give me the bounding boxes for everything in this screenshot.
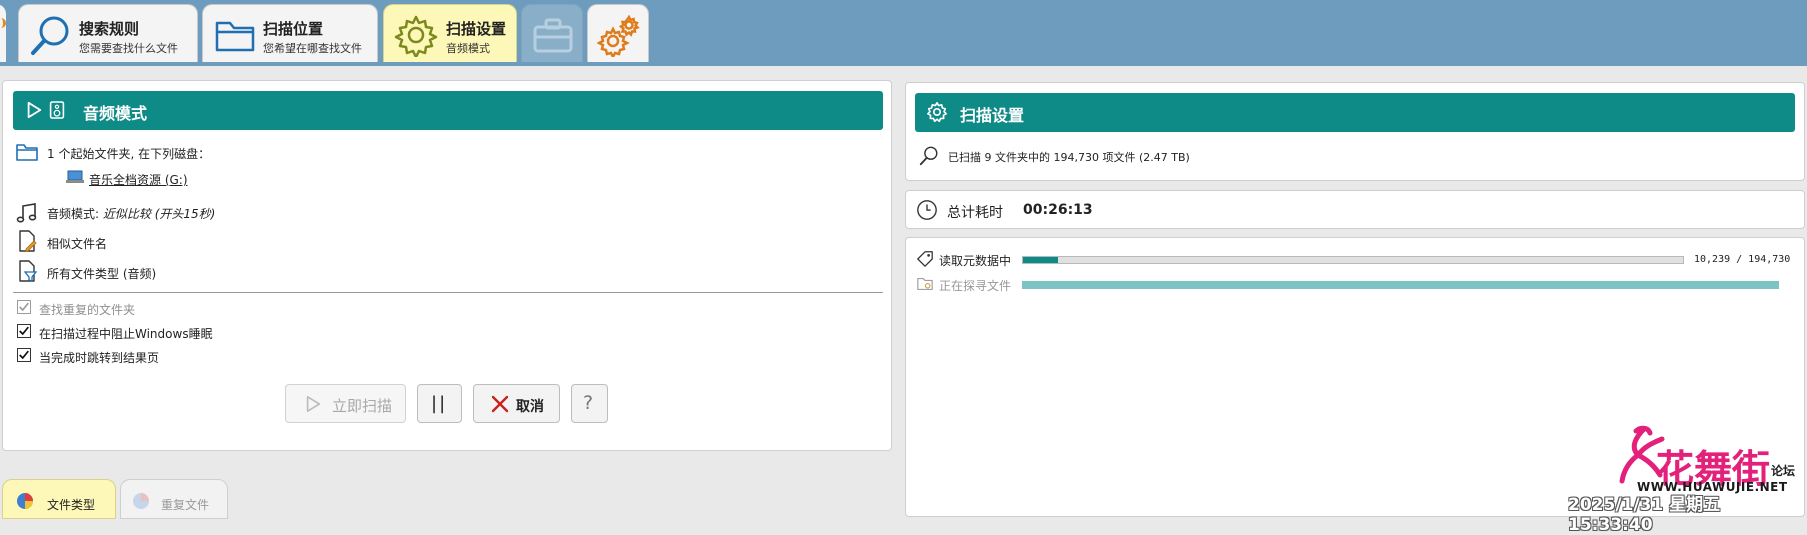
pie-chart-icon [17,493,33,509]
previous-tab-icon-fragment [0,18,6,28]
folder-outline-icon [16,144,38,161]
tab-search-rules-subtitle: 您需要查找什么文件 [79,42,178,55]
magnifier-icon [919,146,938,166]
jump-to-results-checkbox[interactable] [17,348,31,362]
cancel-button[interactable]: 取消 [473,384,560,423]
start-folder-summary: 1 个起始文件夹, 在下列磁盘： [47,147,211,161]
gear-icon [394,15,438,57]
file-types-label: 所有文件类型 (音频) [47,267,157,281]
tab-scan-location-title: 扫描位置 [263,20,324,38]
similar-filenames-label: 相似文件名 [47,237,108,251]
elapsed-time-panel: 总计耗时 00:26:13 [905,190,1805,229]
file-filter-icon [19,260,38,282]
prevent-sleep-checkbox[interactable] [17,324,31,338]
tag-icon [917,251,933,267]
scanned-summary: 已扫描 9 文件夹中的 194,730 项文件 (2.47 TB) [948,151,1190,164]
tab-file-types[interactable]: 文件类型 [2,479,116,519]
music-note-icon [16,203,37,223]
tab-search-rules[interactable]: 搜索规则 您需要查找什么文件 [18,4,198,62]
file-edit-icon [19,230,37,252]
tab-previous-partial[interactable] [0,4,6,62]
discovering-files-label: 正在探寻文件 [939,279,1012,293]
audio-mode-label: 音频模式: 近似比较 (开头15秒) [47,207,216,221]
clock-icon [917,200,937,220]
watermark-timestamp: 2025/1/31 星期五 15:33:40 [1568,495,1721,535]
scan-settings-header-label: 扫描设置 [960,106,1025,125]
scan-settings-header: 扫描设置 [915,93,1795,132]
laptop-drive-icon [66,170,84,183]
play-icon [306,395,321,413]
gear-icon [927,102,947,123]
tab-duplicate-files-label: 重复文件 [161,498,210,512]
metadata-progress-fill [1023,257,1058,263]
reading-metadata-label: 读取元数据中 [939,254,1012,268]
magnifier-icon [31,16,69,55]
metadata-progress-track [1022,256,1684,264]
pause-button[interactable]: || [417,384,462,423]
elapsed-time-label: 总计耗时 [947,205,1003,221]
folder-search-icon [917,278,933,290]
metadata-progress-count: 10,239 / 194,730 [1694,254,1791,265]
audio-mode-value: 近似比较 (开头15秒) [102,207,216,221]
tab-options[interactable] [587,4,649,62]
watermark-suffix: 论坛 [1771,464,1796,478]
prevent-sleep-label: 在扫描过程中阻止Windows睡眠 [39,327,213,341]
checkmark-icon [19,326,29,336]
help-label: ? [583,392,594,414]
scan-now-button[interactable]: 立即扫描 [285,384,406,423]
scan-settings-panel: 扫描设置 已扫描 9 文件夹中的 194,730 项文件 (2.47 TB) [905,82,1805,181]
tab-scan-location-subtitle: 您希望在哪查找文件 [263,42,362,55]
tab-tools[interactable] [521,4,583,62]
discovery-progress-track [1022,281,1779,289]
find-duplicate-folders-checkbox[interactable] [17,300,31,314]
toolbox-icon [533,18,573,53]
tab-scan-settings[interactable]: 扫描设置 音频模式 [383,4,517,62]
tab-scan-location[interactable]: 扫描位置 您希望在哪查找文件 [202,4,378,62]
tab-file-types-label: 文件类型 [47,498,96,512]
options-divider [13,292,883,293]
pause-label: || [431,393,448,414]
tab-scan-settings-title: 扫描设置 [446,20,507,38]
folder-icon [215,21,255,52]
tab-search-rules-title: 搜索规则 [79,20,140,38]
gears-icon [597,14,640,57]
tab-scan-settings-subtitle: 音频模式 [446,42,490,55]
tab-duplicate-files[interactable]: 重复文件 [120,479,228,519]
play-icon [27,101,42,119]
help-button[interactable]: ? [571,384,608,423]
find-duplicate-folders-label: 查找重复的文件夹 [39,303,136,317]
duplicate-chart-icon [133,493,149,509]
checkmark-icon [19,350,29,360]
discovery-progress-fill [1022,281,1779,289]
scan-now-label: 立即扫描 [332,397,393,415]
audio-mode-header-label: 音频模式 [83,104,148,123]
jump-to-results-label: 当完成时跳转到结果页 [39,351,160,365]
elapsed-time-value: 00:26:13 [1023,202,1093,218]
speaker-icon [49,101,65,119]
close-icon [491,395,509,413]
drive-link[interactable]: 音乐全档资源 (G:) [89,171,188,188]
audio-mode-header: 音频模式 [13,91,883,130]
checkmark-icon [19,302,29,312]
cancel-label: 取消 [516,399,544,415]
